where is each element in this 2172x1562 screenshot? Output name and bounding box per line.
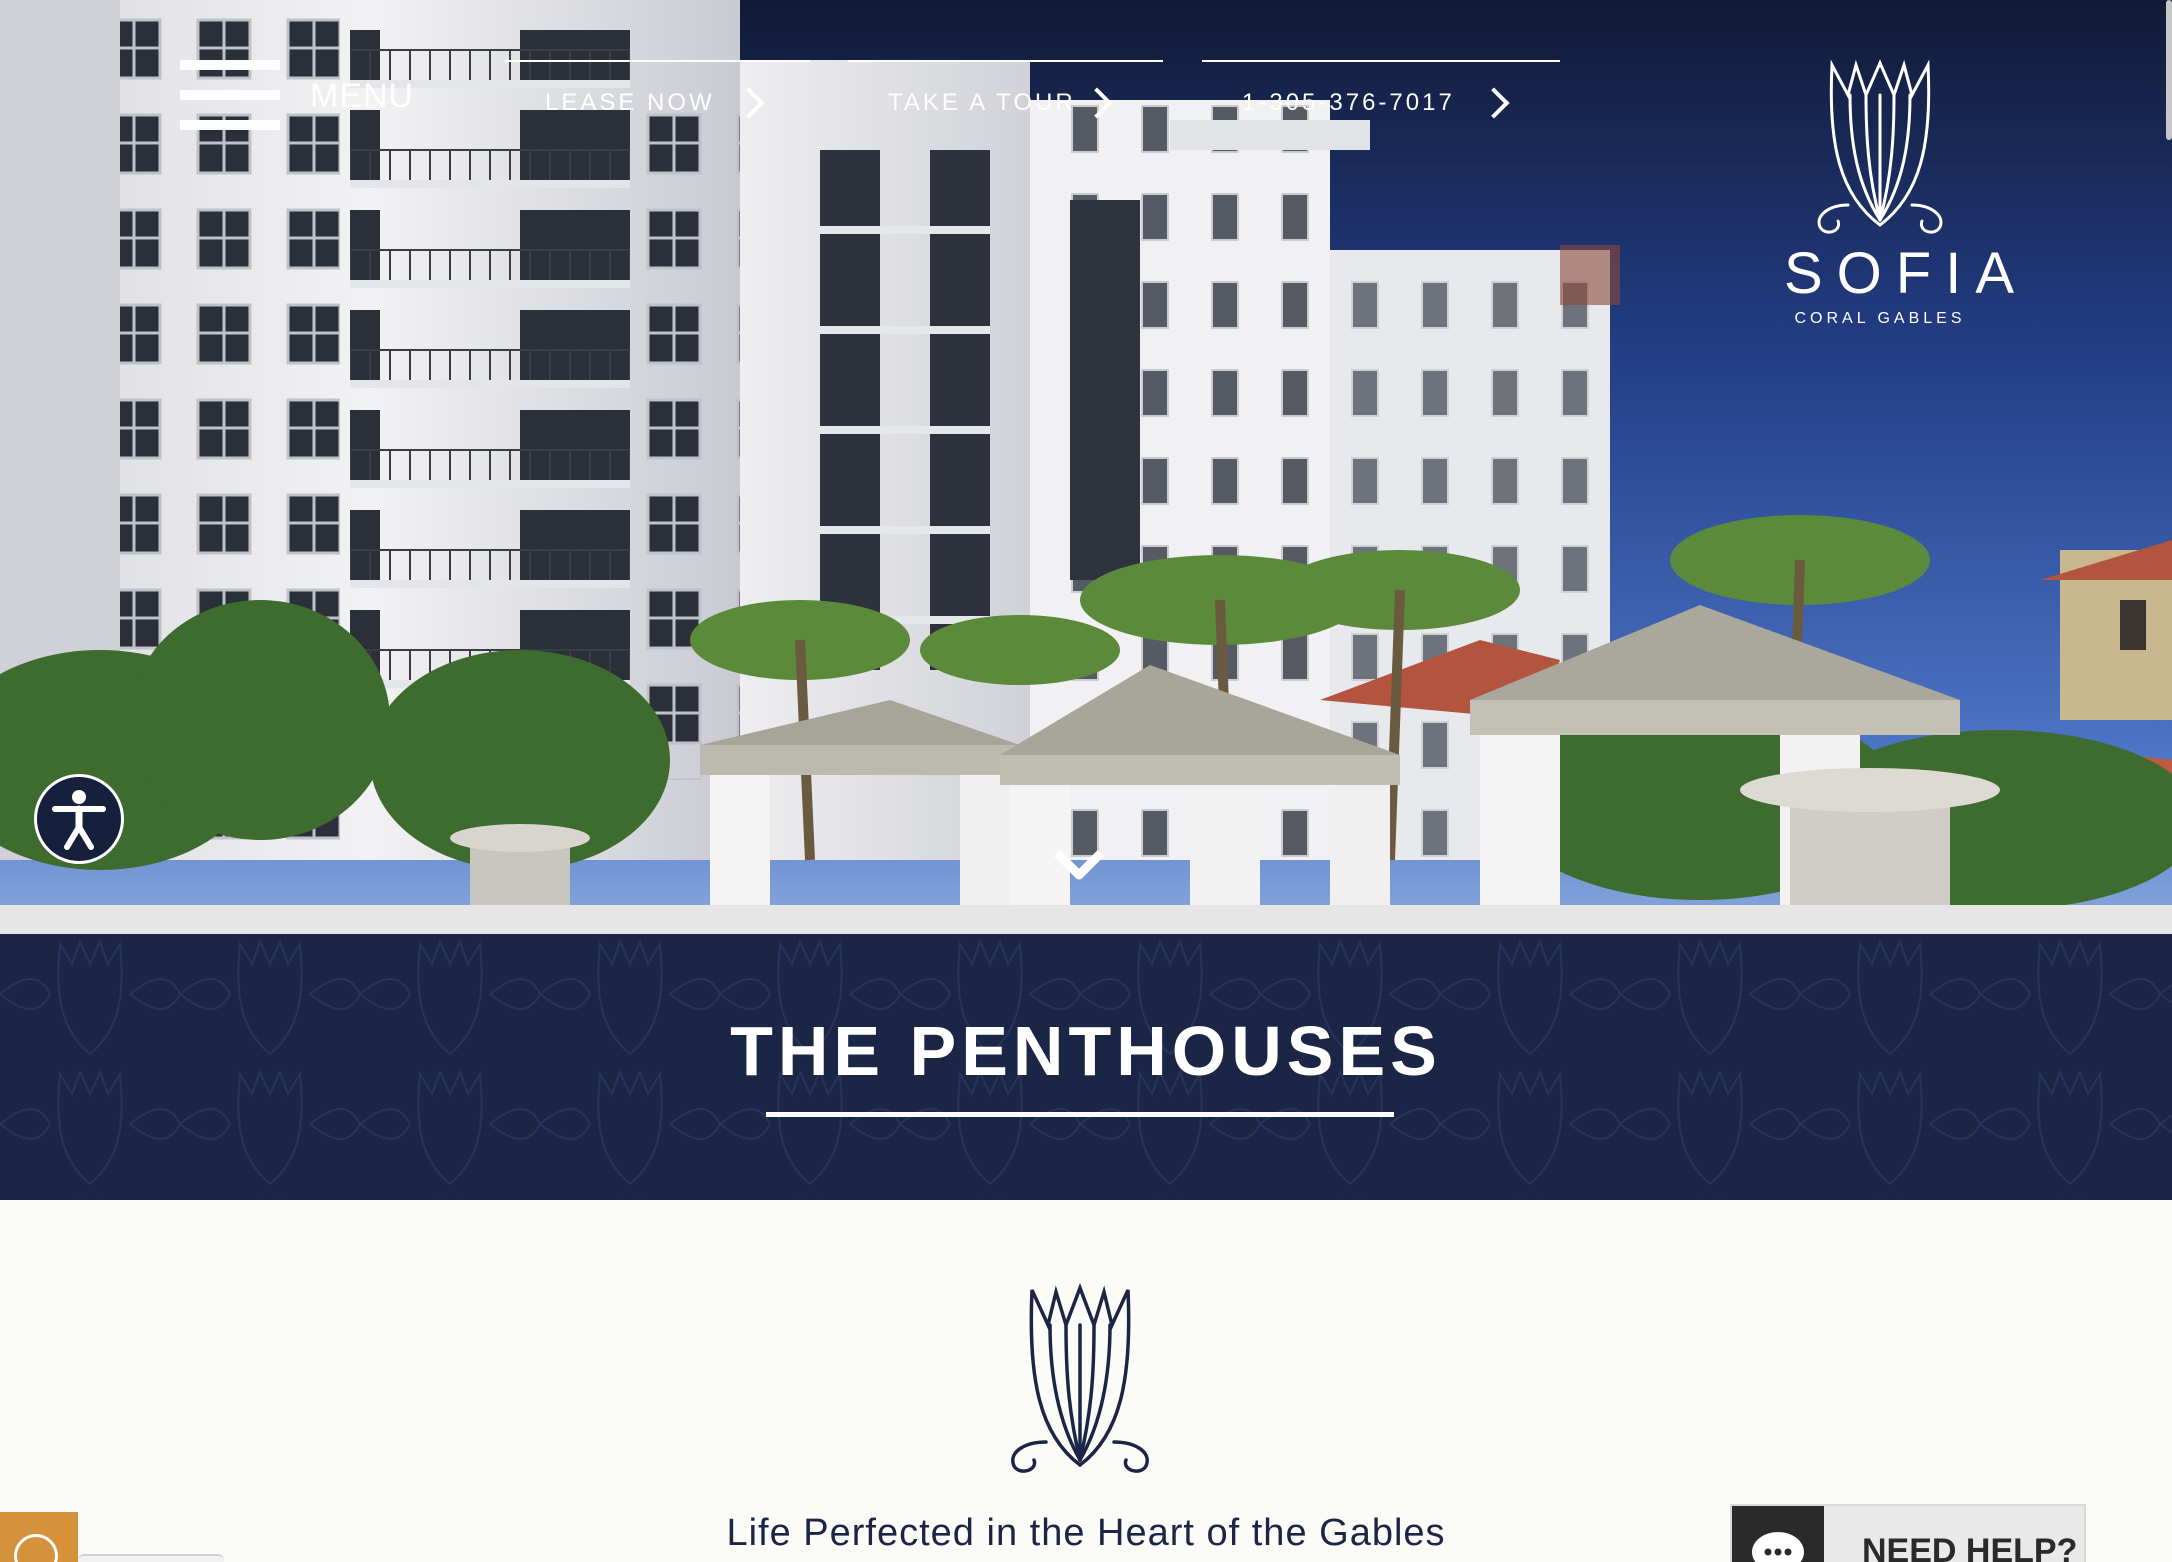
phone-link[interactable]: 1-305-376-7017: [1202, 60, 1560, 124]
hamburger-icon: [180, 60, 280, 132]
lease-now-label: LEASE NOW: [545, 89, 715, 116]
accessibility-icon: [52, 790, 106, 850]
info-icon: [14, 1534, 58, 1562]
page: MENU LEASE NOW TAKE A TOUR 1-305-376-701…: [0, 0, 2172, 1562]
info-drawer-handle: [78, 1554, 224, 1562]
chat-bubble-icon: [1732, 1506, 1824, 1562]
title-underline: [766, 1112, 1394, 1117]
title-banner: THE PENTHOUSES: [0, 934, 2172, 1200]
lotus-emblem-icon: [1817, 59, 1943, 234]
chevron-right-icon: [1478, 87, 1510, 119]
need-help-label: NEED HELP?: [1862, 1532, 2078, 1562]
brand-name: SOFIA: [1784, 241, 2029, 306]
phone-label: 1-305-376-7017: [1242, 89, 1455, 116]
chevron-right-icon: [733, 87, 765, 119]
need-help-widget[interactable]: NEED HELP?: [1730, 1504, 2086, 1562]
take-a-tour-label: TAKE A TOUR: [888, 89, 1076, 116]
lease-now-link[interactable]: LEASE NOW: [505, 60, 810, 124]
menu-label: MENU: [310, 76, 415, 115]
page-title: THE PENTHOUSES: [730, 1012, 1442, 1090]
chevron-right-icon: [1081, 87, 1113, 119]
menu-button[interactable]: MENU: [180, 60, 420, 132]
hero-section: MENU LEASE NOW TAKE A TOUR 1-305-376-701…: [0, 0, 2172, 934]
chevron-down-icon: [1053, 849, 1105, 880]
scroll-down-button[interactable]: [1053, 845, 1105, 885]
info-button[interactable]: [0, 1512, 78, 1562]
accessibility-button[interactable]: [34, 774, 124, 864]
page-scrollbar[interactable]: [2166, 0, 2172, 140]
take-a-tour-link[interactable]: TAKE A TOUR: [848, 60, 1163, 124]
brand-subtitle: CORAL GABLES: [1794, 310, 1966, 327]
sofia-logo[interactable]: SOFIA CORAL GABLES: [1770, 55, 2029, 335]
lotus-emblem-icon: [1011, 1283, 1149, 1473]
